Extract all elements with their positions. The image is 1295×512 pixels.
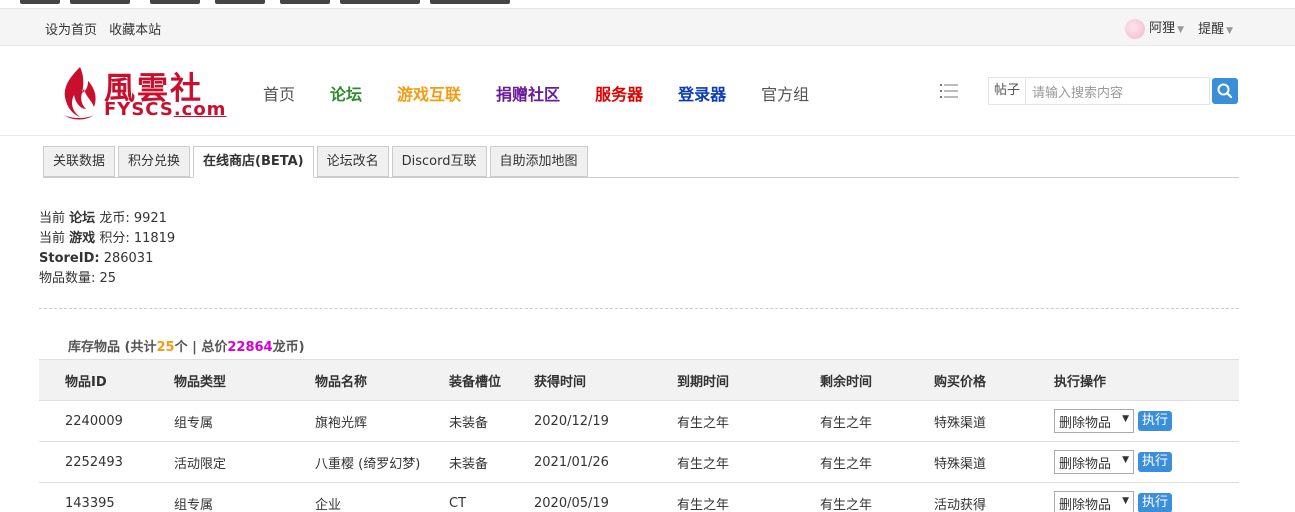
store-id-line: StoreID: 286031: [39, 251, 154, 266]
user-menu[interactable]: 阿狸 ▼: [1125, 17, 1184, 39]
execute-button[interactable]: 执行: [1138, 411, 1173, 431]
nav-forum[interactable]: 论坛: [330, 81, 362, 105]
search-button[interactable]: [1212, 78, 1238, 104]
item-count: 25: [156, 340, 175, 355]
table-row: 2252493 活动限定 八重樱 (绮罗幻梦) 未装备 2021/01/26 有…: [39, 441, 1239, 483]
site-logo[interactable]: 風雲社 FYSCS.com: [58, 61, 228, 123]
logo-english-text: FYSCS.com: [104, 99, 227, 120]
site-header: 風雲社 FYSCS.com 首页 论坛 游戏互联 捐赠社区 服务器 登录器 官方…: [0, 46, 1295, 136]
set-homepage-link[interactable]: 设为首页: [45, 23, 97, 38]
col-item-id: 物品ID: [39, 359, 174, 401]
chevron-down-icon: ▼: [1122, 414, 1129, 424]
nav-home[interactable]: 首页: [263, 81, 295, 105]
chevron-down-icon: ▼: [1226, 26, 1233, 37]
col-acquired: 获得时间: [534, 359, 677, 401]
username: 阿狸: [1149, 21, 1176, 36]
inventory-summary: 库存物品 (共计25个 | 总价22864龙币): [68, 340, 305, 355]
tab-add-map[interactable]: 自助添加地图: [489, 146, 588, 177]
chevron-down-icon: ▼: [1122, 455, 1129, 465]
main-nav: 首页 论坛 游戏互联 捐赠社区 服务器 登录器 官方组: [263, 81, 844, 105]
list-menu-icon[interactable]: [940, 83, 958, 99]
col-price: 购买价格: [934, 359, 1054, 401]
reminder-label: 提醒: [1198, 22, 1225, 38]
browser-bookmarks-strip: [0, 0, 1295, 9]
table-header-row: 物品ID 物品类型 物品名称 装备槽位 获得时间 到期时间 剩余时间 购买价格 …: [39, 359, 1239, 401]
bookmark-site-link[interactable]: 收藏本站: [109, 23, 161, 38]
action-select[interactable]: 删除物品 ▼: [1054, 409, 1134, 433]
action-select[interactable]: 删除物品 ▼: [1054, 491, 1134, 512]
tab-points-exchange[interactable]: 积分兑换: [118, 146, 191, 177]
top-links-bar: 设为首页 收藏本站 阿狸 ▼ 提醒 ▼: [0, 9, 1295, 46]
col-item-type: 物品类型: [174, 359, 315, 401]
tab-online-store[interactable]: 在线商店(BETA): [193, 146, 314, 178]
col-action: 执行操作: [1054, 359, 1239, 401]
forum-coins-line: 当前 论坛 龙币: 9921: [39, 211, 167, 226]
flame-logo-icon: [64, 67, 96, 120]
search-input[interactable]: 请输入搜索内容: [1026, 82, 1123, 101]
total-value: 22864: [227, 340, 273, 355]
search-box: 帖子 请输入搜索内容: [988, 77, 1210, 105]
table-row: 2240009 组专属 旗袍光辉 未装备 2020/12/19 有生之年 有生之…: [39, 400, 1239, 442]
chevron-down-icon: ▼: [1122, 496, 1129, 506]
nav-game-link[interactable]: 游戏互联: [397, 81, 461, 105]
account-info: 当前 论坛 龙币: 9921 当前 游戏 积分: 11819 StoreID: …: [39, 209, 175, 289]
reminder-menu[interactable]: 提醒 ▼: [1198, 18, 1233, 37]
nav-donate[interactable]: 捐赠社区: [496, 81, 560, 105]
col-item-name: 物品名称: [315, 359, 449, 401]
nav-launcher[interactable]: 登录器: [678, 81, 726, 105]
col-slot: 装备槽位: [449, 359, 534, 401]
search-icon: [1217, 83, 1233, 99]
table-row: 143395 组专属 企业 CT 2020/05/19 有生之年 有生之年 活动…: [39, 482, 1239, 512]
nav-official-group[interactable]: 官方组: [761, 81, 809, 105]
divider: [39, 308, 1239, 309]
item-count-line: 物品数量: 25: [39, 271, 117, 286]
game-points-line: 当前 游戏 积分: 11819: [39, 231, 176, 246]
tab-bar: 关联数据 积分兑换 在线商店(BETA) 论坛改名 Discord互联 自助添加…: [43, 146, 1239, 178]
col-expire: 到期时间: [677, 359, 820, 401]
execute-button[interactable]: 执行: [1138, 452, 1173, 472]
col-remaining: 剩余时间: [820, 359, 934, 401]
tab-discord-link[interactable]: Discord互联: [391, 146, 487, 177]
chevron-down-icon: ▼: [1177, 25, 1185, 35]
tab-forum-rename[interactable]: 论坛改名: [316, 146, 389, 177]
nav-server[interactable]: 服务器: [595, 81, 643, 105]
search-type-select[interactable]: 帖子: [989, 78, 1027, 104]
execute-button[interactable]: 执行: [1138, 493, 1173, 512]
inventory-table: 物品ID 物品类型 物品名称 装备槽位 获得时间 到期时间 剩余时间 购买价格 …: [39, 359, 1239, 512]
tab-linked-data[interactable]: 关联数据: [43, 146, 116, 177]
avatar: [1125, 18, 1146, 39]
action-select[interactable]: 删除物品 ▼: [1054, 450, 1134, 474]
